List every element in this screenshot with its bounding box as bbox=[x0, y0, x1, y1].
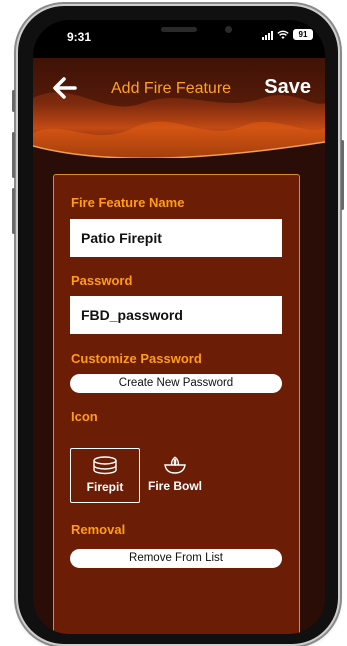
name-field[interactable]: Patio Firepit bbox=[70, 219, 282, 257]
content-area: Fire Feature Name Patio Firepit Password… bbox=[33, 158, 325, 634]
password-label: Password bbox=[71, 273, 133, 288]
create-password-button[interactable]: Create New Password bbox=[70, 374, 282, 393]
password-field[interactable]: FBD_password bbox=[70, 296, 282, 334]
status-icons: 91 bbox=[262, 29, 313, 40]
form-panel: Fire Feature Name Patio Firepit Password… bbox=[53, 174, 300, 634]
phone-volume-down-button bbox=[12, 188, 15, 234]
app-screen: 9:31 91 Add Fire Feature Save Fire Featu… bbox=[33, 20, 325, 634]
signal-icon bbox=[262, 30, 273, 40]
firepit-icon bbox=[93, 456, 117, 475]
status-time: 9:31 bbox=[67, 30, 92, 44]
battery-icon: 91 bbox=[293, 29, 313, 40]
phone-side-button bbox=[12, 90, 15, 112]
removal-label: Removal bbox=[71, 522, 126, 537]
wifi-icon bbox=[277, 30, 289, 39]
front-camera bbox=[225, 26, 232, 33]
speaker-grille bbox=[161, 27, 197, 32]
page-title: Add Fire Feature bbox=[111, 80, 232, 97]
notch bbox=[113, 20, 261, 50]
phone-power-button bbox=[341, 140, 344, 210]
back-arrow-icon[interactable] bbox=[51, 74, 79, 102]
fire-bowl-label: Fire Bowl bbox=[147, 479, 202, 493]
app-header: Add Fire Feature Save bbox=[33, 58, 325, 158]
status-bar: 9:31 91 bbox=[33, 20, 325, 58]
phone-volume-up-button bbox=[12, 132, 15, 178]
icon-option-fire-bowl[interactable]: Fire Bowl bbox=[140, 448, 210, 503]
fire-bowl-icon bbox=[164, 456, 186, 474]
icon-label: Icon bbox=[71, 409, 98, 424]
flame-background bbox=[33, 58, 325, 158]
name-label: Fire Feature Name bbox=[71, 195, 185, 210]
icon-option-firepit[interactable]: Firepit bbox=[70, 448, 140, 503]
save-button[interactable]: Save bbox=[264, 76, 311, 99]
customize-password-label: Customize Password bbox=[71, 351, 202, 366]
remove-from-list-button[interactable]: Remove From List bbox=[70, 549, 282, 568]
firepit-label: Firepit bbox=[86, 480, 124, 494]
